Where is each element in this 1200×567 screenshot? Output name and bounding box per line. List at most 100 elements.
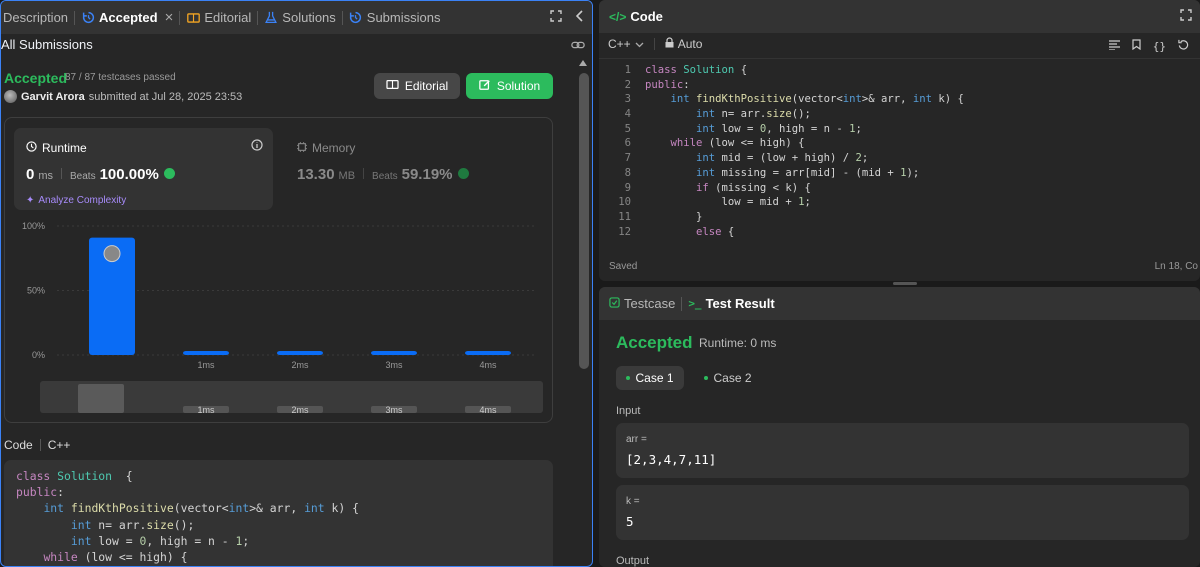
link-icon[interactable]	[571, 38, 585, 56]
tab-solutions-label: Solutions	[282, 10, 336, 25]
all-submissions-link[interactable]: All Submissions	[1, 37, 93, 52]
auto-label: Auto	[677, 37, 703, 51]
test-result-panel: Testcase >_ Test Result Accepted Runtime…	[599, 287, 1200, 567]
arr-label: arr =	[626, 434, 647, 445]
tab-submissions[interactable]: Submissions	[343, 1, 447, 34]
code-icon: </>	[609, 9, 627, 24]
testcase-tab-label: Testcase	[624, 296, 676, 311]
solution-button[interactable]: Solution	[466, 73, 553, 99]
resize-handle[interactable]	[893, 282, 917, 285]
sparkle-icon: ✦	[26, 195, 35, 206]
analyze-complexity-link[interactable]: ✦ Analyze Complexity	[26, 195, 126, 206]
memory-unit: MB	[338, 170, 356, 182]
submitted-code[interactable]: class Solution {public: int findKthPosit…	[4, 460, 553, 566]
submission-meta: Garvit Arora submitted at Jul 28, 2025 2…	[4, 90, 242, 103]
clap-icon	[457, 168, 469, 179]
checkbox-icon	[609, 296, 620, 311]
tab-accepted[interactable]: Accepted ×	[75, 1, 179, 34]
editor-line: while (low <= high) {	[670, 137, 805, 150]
avatar[interactable]	[4, 90, 17, 103]
y-tick-label: 0%	[32, 350, 45, 360]
clock-icon	[26, 141, 37, 155]
auto-mode[interactable]: Auto	[665, 37, 703, 51]
line-number: 12	[618, 225, 631, 238]
code-line: class Solution {	[16, 469, 133, 483]
line-number: 9	[624, 181, 631, 194]
tab-testcase[interactable]: Testcase	[599, 287, 681, 320]
line-number: 2	[624, 78, 631, 91]
chip-icon	[297, 141, 307, 155]
code-editor[interactable]: 1 2 3 4 5 6 7 8 9 10 11 12 class Solution {public: …	[599, 63, 1200, 245]
runtime-card[interactable]: Runtime 0 ms Beats 100.00% ✦ Analyze Com…	[14, 128, 273, 210]
code-line: int n= arr.size();	[70, 517, 195, 532]
code-panel-actions	[1180, 0, 1192, 33]
editor-line: }	[645, 210, 703, 223]
info-icon[interactable]	[251, 138, 263, 156]
tab-test-result[interactable]: >_ Test Result	[682, 287, 780, 320]
tab-code[interactable]: </> Code	[599, 0, 669, 33]
runtime-unit: ms	[38, 170, 54, 182]
clap-icon	[163, 168, 175, 179]
line-number: 5	[624, 122, 631, 135]
runtime-beats-label: Beats	[70, 171, 96, 182]
memory-value: 13.30	[297, 166, 335, 183]
code-line: int findKthPositive(vector<int>& arr, in…	[43, 501, 359, 516]
x-tick-label: 4ms	[479, 360, 497, 370]
code-line: while (low <= high) {	[43, 549, 188, 564]
tab-submissions-label: Submissions	[366, 10, 441, 25]
scrollbar[interactable]	[579, 73, 589, 369]
editor-line: int n= arr.size();	[696, 108, 811, 121]
editor-line: public:	[645, 78, 690, 91]
y-tick-label: 50%	[27, 286, 45, 296]
runtime-stats: 0 ms Beats 100.00%	[26, 166, 175, 183]
tab-solutions[interactable]: Solutions	[258, 1, 341, 34]
memory-card[interactable]: Memory 13.30 MB Beats 59.19%	[295, 128, 545, 210]
user-name[interactable]: Garvit Arora	[21, 91, 85, 103]
code-panel-header: </> Code	[599, 0, 1200, 33]
maximize-icon[interactable]	[550, 10, 562, 25]
k-value: 5	[626, 514, 634, 529]
history-icon	[81, 11, 95, 25]
line-number: 10	[618, 196, 631, 209]
reset-icon[interactable]	[1178, 37, 1189, 55]
input-arr-box[interactable]: arr = [2,3,4,7,11]	[616, 423, 1189, 478]
minimap-label: 4ms	[479, 405, 497, 415]
history-icon	[349, 11, 363, 25]
minimap-selection	[78, 384, 124, 413]
pass-dot-icon	[626, 376, 631, 380]
input-k-box[interactable]: k = 5	[616, 485, 1189, 540]
tab-description[interactable]: Description	[1, 1, 74, 34]
braces-icon[interactable]: {}	[1153, 40, 1166, 53]
performance-card: Runtime 0 ms Beats 100.00% ✦ Analyze Com…	[4, 117, 553, 423]
pass-dot-icon	[704, 376, 709, 380]
editor-lines: class Solution {public: int findKthPosit…	[645, 63, 964, 239]
lock-icon	[665, 37, 674, 51]
input-label: Input	[616, 405, 641, 417]
format-icon[interactable]	[1108, 37, 1120, 55]
memory-beats: 59.19%	[401, 166, 453, 183]
language-select[interactable]: C++	[608, 37, 644, 51]
output-label: Output	[616, 555, 650, 567]
case-1-tab[interactable]: Case 1	[616, 366, 684, 390]
editorial-button[interactable]: Editorial	[374, 73, 460, 99]
chevron-left-icon[interactable]	[575, 10, 584, 25]
solution-button-label: Solution	[496, 79, 541, 93]
line-number: 3	[624, 93, 631, 106]
memory-stats: 13.30 MB Beats 59.19%	[297, 166, 469, 183]
editor-line: if (missing < k) {	[696, 181, 811, 194]
maximize-icon[interactable]	[1180, 9, 1192, 24]
tab-accepted-label: Accepted	[99, 10, 158, 25]
bookmark-icon[interactable]	[1132, 37, 1141, 55]
submission-panel: Description Accepted × Editorial Solutio…	[0, 0, 593, 567]
editor-line: int findKthPositive(vector<int>& arr, in…	[670, 93, 964, 106]
test-result-tab-label: Test Result	[705, 296, 775, 311]
edit-icon	[479, 79, 491, 94]
case-2-tab[interactable]: Case 2	[697, 366, 759, 390]
close-icon[interactable]: ×	[165, 9, 174, 26]
memory-beats-label: Beats	[372, 171, 398, 182]
minimap-label: 3ms	[385, 405, 403, 415]
tab-editorial[interactable]: Editorial	[180, 1, 257, 34]
tab-editorial-label: Editorial	[204, 10, 252, 25]
scroll-up-icon[interactable]	[579, 60, 587, 66]
analyze-complexity-label: Analyze Complexity	[38, 195, 127, 206]
